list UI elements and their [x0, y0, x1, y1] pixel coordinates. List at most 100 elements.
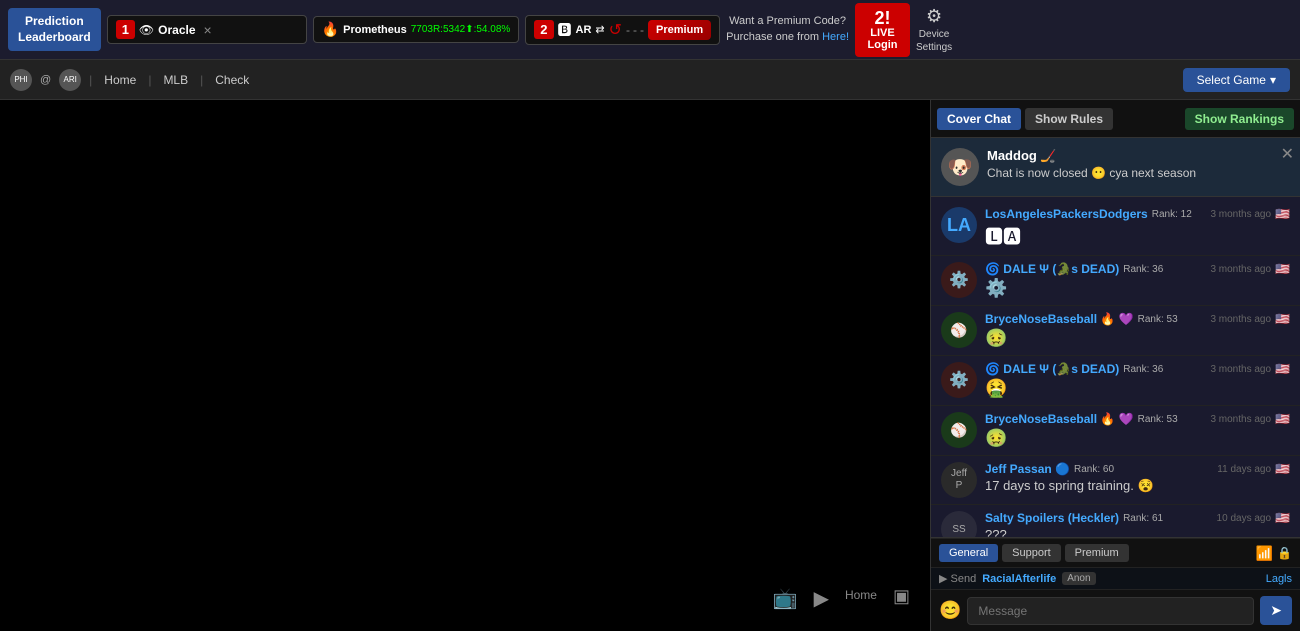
chat-handle: RacialAfterlife	[982, 573, 1056, 585]
pinned-text: Chat is now closed 😶 cya next season	[987, 166, 1290, 180]
premium-link[interactable]: Here!	[822, 31, 849, 43]
device-label: Device	[919, 29, 950, 40]
chat-rank: Rank: 53	[1138, 314, 1178, 325]
message-input[interactable]	[967, 597, 1254, 625]
chat-body: Jeff Passan 🔵 Rank: 60 11 days ago 🇺🇸 17…	[985, 462, 1290, 494]
user-section: 1 👁 Oracle ×	[107, 15, 307, 44]
tab-general[interactable]: General	[939, 544, 998, 562]
pinned-avatar: 🐶	[941, 148, 979, 186]
chat-rank: Rank: 36	[1123, 264, 1163, 275]
chat-input-row: 😊 ➤	[931, 589, 1300, 631]
tab-support[interactable]: Support	[1002, 544, 1061, 562]
chat-emoji: 🅻🅰	[985, 223, 1290, 249]
prediction-leaderboard-btn[interactable]: Prediction Leaderboard	[8, 8, 101, 51]
refresh-icon[interactable]: ↺	[609, 20, 622, 40]
chat-item: SS Salty Spoilers (Heckler) Rank: 61 10 …	[931, 505, 1300, 537]
chat-body: 🌀 DALE Ψ (🐊s DEAD) Rank: 36 3 months ago…	[985, 362, 1290, 399]
ar-section: 2 🅱 AR ⇄ ↺ - - - Premium	[525, 15, 720, 45]
chat-body: 🌀 DALE Ψ (🐊s DEAD) Rank: 36 3 months ago…	[985, 262, 1290, 299]
close-icon[interactable]: ×	[204, 22, 212, 38]
pinned-close-btn[interactable]: ✕	[1281, 144, 1294, 164]
game-content-area: 📺 ▶ Home ▣	[0, 100, 930, 631]
chat-user-row: ▶ Send RacialAfterlife Anon Lagls	[931, 567, 1300, 589]
rank-2-badge: 2	[534, 20, 553, 39]
tab-show-rankings[interactable]: Show Rankings	[1185, 108, 1294, 130]
youtube-icon[interactable]: ▶	[814, 586, 829, 611]
chat-rank: Rank: 60	[1074, 464, 1114, 475]
chat-item: ⚙️ 🌀 DALE Ψ (🐊s DEAD) Rank: 36 3 months …	[931, 356, 1300, 406]
chat-time: 3 months ago	[1210, 414, 1271, 425]
chat-bottom: General Support Premium 📶 🔒 ▶ Send Racia…	[931, 537, 1300, 631]
select-game-btn[interactable]: Select Game ▾	[1183, 68, 1290, 92]
main-layout: 📺 ▶ Home ▣ Cover Chat Show Rules Show Ra…	[0, 100, 1300, 631]
chat-username: 🌀 DALE Ψ (🐊s DEAD)	[985, 362, 1119, 376]
tab-cover-chat[interactable]: Cover Chat	[937, 108, 1021, 130]
chat-rank: Rank: 36	[1123, 364, 1163, 375]
team1-logo: PHI	[10, 69, 32, 91]
chat-time: 11 days ago	[1217, 464, 1271, 475]
flag-icon: 🇺🇸	[1275, 412, 1290, 426]
nav-home[interactable]: Home	[100, 71, 140, 89]
team2-logo: ARI	[59, 69, 81, 91]
dash-2: -	[633, 23, 637, 37]
flag-icon: 🇺🇸	[1275, 362, 1290, 376]
avatar: SS	[941, 511, 977, 537]
top-bar: Prediction Leaderboard 1 👁 Oracle × 🔥 Pr…	[0, 0, 1300, 60]
chat-username: Salty Spoilers (Heckler)	[985, 511, 1119, 525]
send-button[interactable]: ➤	[1260, 596, 1292, 625]
tab-premium[interactable]: Premium	[1065, 544, 1129, 562]
home-bottom-label[interactable]: Home	[845, 588, 877, 611]
avatar: JeffP	[941, 462, 977, 498]
chat-time: 3 months ago	[1210, 364, 1271, 375]
avatar: ⚾	[941, 412, 977, 448]
chat-body: BryceNoseBaseball 🔥 💜 Rank: 53 3 months …	[985, 312, 1290, 349]
login-label: Login	[868, 39, 898, 51]
dash-1: -	[626, 23, 630, 37]
chat-username: 🌀 DALE Ψ (🐊s DEAD)	[985, 262, 1119, 276]
prometheus-name: Prometheus	[343, 24, 407, 36]
chat-item: ⚙️ 🌀 DALE Ψ (🐊s DEAD) Rank: 36 3 months …	[931, 256, 1300, 306]
wifi-icon: 📶	[1256, 545, 1273, 562]
chat-username: BryceNoseBaseball 🔥 💜	[985, 412, 1134, 426]
chat-item: ⚾ BryceNoseBaseball 🔥 💜 Rank: 53 3 month…	[931, 406, 1300, 456]
dots-row: - - -	[626, 23, 644, 37]
device-settings-btn[interactable]: ⚙ Device Settings	[916, 6, 952, 53]
dash-3: -	[640, 23, 644, 37]
avatar: LA	[941, 207, 977, 243]
cast-icon[interactable]: 📺	[773, 586, 798, 611]
live-login-btn[interactable]: 2! LIVE Login	[855, 3, 910, 57]
screen-icon[interactable]: ▣	[893, 586, 910, 611]
settings-label: Settings	[916, 42, 952, 53]
game-bar: PHI @ ARI | Home | MLB | Check Select Ga…	[0, 60, 1300, 100]
live-number: 2!	[875, 9, 891, 27]
chat-username: Jeff Passan 🔵	[985, 462, 1070, 476]
avatar: ⚙️	[941, 362, 977, 398]
emoji-button[interactable]: 😊	[939, 600, 961, 621]
chat-emoji: ⚙️	[985, 278, 1290, 299]
premium-button[interactable]: Premium	[648, 20, 711, 40]
nav-mlb[interactable]: MLB	[159, 71, 192, 89]
chat-message: 17 days to spring training. 😵	[985, 478, 1290, 494]
gear-icon: ⚙	[926, 6, 942, 27]
pinned-username: Maddog 🏒	[987, 148, 1290, 164]
nav-check[interactable]: Check	[211, 71, 253, 89]
flag-icon: 🇺🇸	[1275, 511, 1290, 525]
chat-time: 3 months ago	[1210, 264, 1271, 275]
chevron-down-icon: ▾	[1270, 73, 1276, 87]
chat-list: LA LosAngelesPackersDodgers Rank: 12 3 m…	[931, 197, 1300, 537]
live-label: LIVE	[870, 27, 894, 39]
lock-icon: 🔒	[1277, 546, 1292, 560]
pinned-message: 🐶 Maddog 🏒 Chat is now closed 😶 cya next…	[931, 138, 1300, 197]
chat-body: LosAngelesPackersDodgers Rank: 12 3 mont…	[985, 207, 1290, 249]
chat-rank: Rank: 12	[1152, 209, 1192, 220]
nav-sep-3: |	[200, 73, 203, 87]
tab-show-rules[interactable]: Show Rules	[1025, 108, 1113, 130]
nav-sep-2: |	[148, 73, 151, 87]
lag-action[interactable]: Lagls	[1266, 573, 1292, 585]
flag-icon: 🇺🇸	[1275, 207, 1290, 221]
prometheus-stats: 7703R:5342⬆:54.08%	[411, 24, 511, 35]
send-arrow-icon: ▶ Send	[939, 572, 976, 585]
chat-time: 10 days ago	[1217, 513, 1272, 524]
username: Oracle	[158, 23, 195, 37]
flag-icon: 🇺🇸	[1275, 262, 1290, 276]
